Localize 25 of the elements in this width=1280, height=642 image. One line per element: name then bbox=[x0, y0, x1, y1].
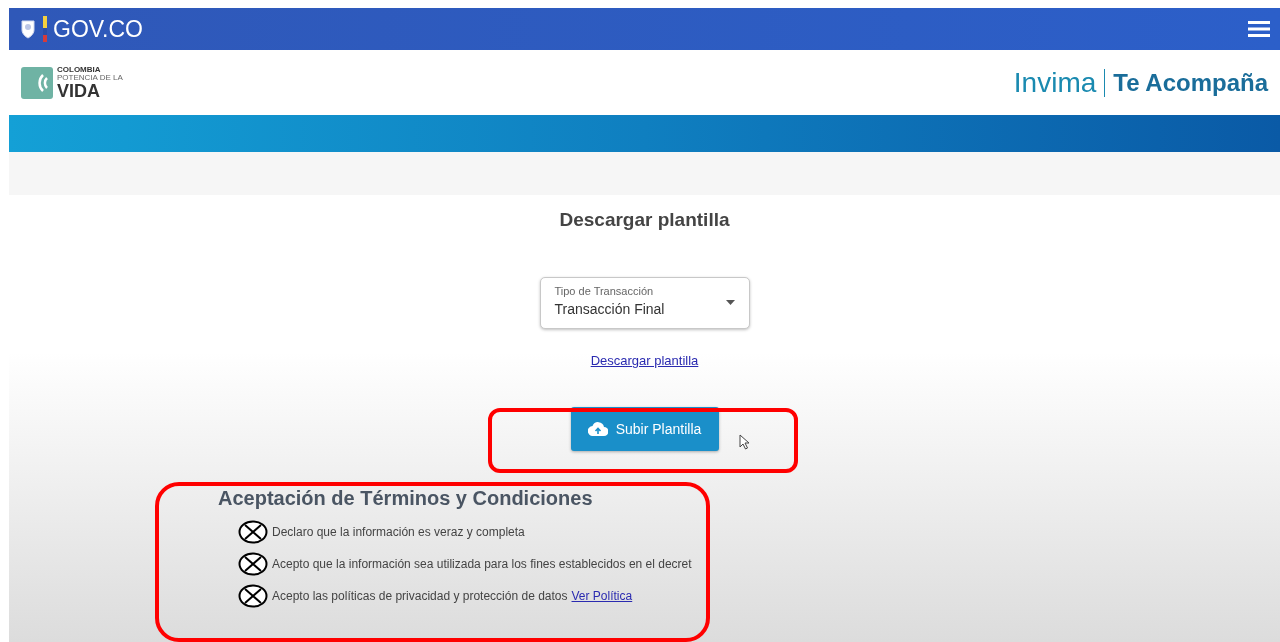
cloud-upload-icon bbox=[587, 422, 608, 436]
tagline: Te Acompaña bbox=[1113, 68, 1268, 97]
invima-logo-text: Invima bbox=[1013, 66, 1097, 99]
terms-title: Aceptación de Términos y Condiciones bbox=[218, 487, 594, 510]
section-title: Descargar plantilla bbox=[559, 209, 730, 231]
logo-line: POTENCIA DE LA bbox=[57, 73, 123, 82]
coat-of-arms-icon bbox=[19, 18, 37, 40]
upload-template-button[interactable]: Subir Plantilla bbox=[570, 407, 719, 451]
view-policy-link[interactable]: Ver Política bbox=[571, 589, 633, 603]
logo-line: COLOMBIA bbox=[57, 65, 102, 74]
crossed-circle-icon[interactable] bbox=[238, 584, 268, 608]
crossed-circle-icon[interactable] bbox=[238, 552, 268, 576]
logo-title: VIDA bbox=[57, 81, 101, 100]
menu-icon[interactable] bbox=[1248, 20, 1270, 38]
gov-co-logo-text[interactable]: GOV.CO bbox=[53, 15, 143, 43]
caret-icon bbox=[725, 300, 735, 305]
terms-statement: Acepto que la información sea utilizada para los fines establecidos en el decret bbox=[272, 557, 692, 571]
mouse-cursor-icon bbox=[739, 434, 750, 450]
crossed-circle-icon[interactable] bbox=[238, 520, 268, 544]
terms-statement: Declaro que la información es veraz y completa bbox=[272, 525, 525, 539]
terms-statement: Acepto las políticas de privacidad y protección de datos Ver Política bbox=[272, 589, 633, 603]
waves-logo-icon bbox=[21, 66, 53, 99]
flag-stripe-icon bbox=[43, 16, 47, 42]
transaction-type-select[interactable]: Tipo de Transacción Transacción Final bbox=[539, 277, 750, 329]
download-template-link[interactable]: Descargar plantilla bbox=[590, 353, 699, 368]
